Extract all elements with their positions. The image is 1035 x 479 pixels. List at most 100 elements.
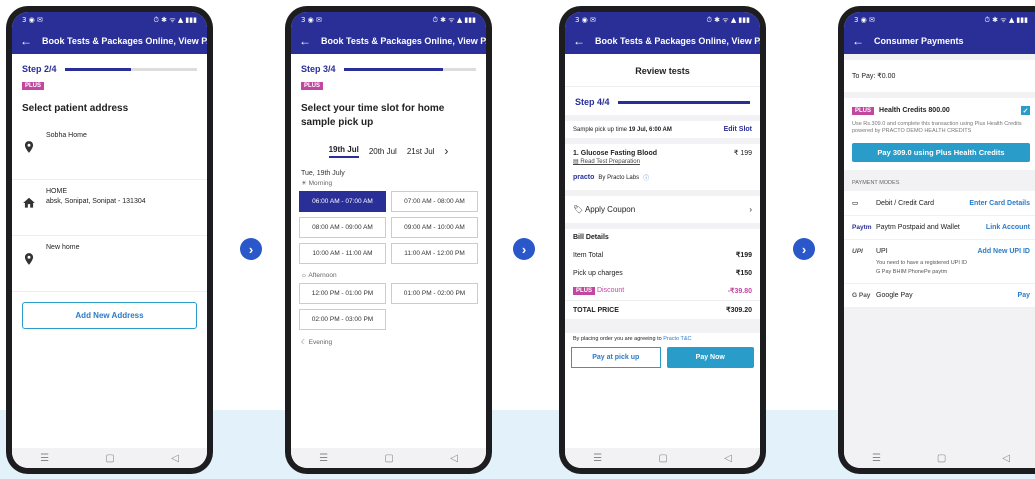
time-slot[interactable]: 02:00 PM - 03:00 PM <box>299 309 386 330</box>
info-icon[interactable]: ⓘ <box>643 173 649 182</box>
date-tab-20[interactable]: 20th Jul <box>369 147 397 156</box>
step-indicator: Step 3/4 <box>291 54 486 74</box>
time-slot[interactable]: 10:00 AM - 11:00 AM <box>299 243 386 264</box>
pay-buttons: Pay at pick up Pay Now <box>565 345 760 370</box>
screen-payment: 3 ◉ ✉ ⏱ ✱ ᯤ ▲ ▮▮▮ ← Consumer Payments To… <box>844 12 1035 468</box>
phone-time-slot: 3 ◉ ✉ ⏱ ✱ ᯤ ▲ ▮▮▮ ← Book Tests & Package… <box>285 6 492 474</box>
time-slot[interactable]: 07:00 AM - 08:00 AM <box>391 191 478 212</box>
system-nav-bar: ☰ ▢ ◁ <box>291 448 486 468</box>
back-arrow-icon[interactable]: ← <box>852 34 864 48</box>
system-nav-bar: ☰ ▢ ◁ <box>12 448 207 468</box>
menu-icon[interactable]: ☰ <box>319 453 328 464</box>
to-pay: To Pay: ₹0.00 <box>844 60 1035 92</box>
time-slot[interactable]: 12:00 PM - 01:00 PM <box>299 283 386 304</box>
step-progress-fill <box>343 67 443 71</box>
app-bar: ← Book Tests & Packages Online, View P..… <box>12 28 207 54</box>
next-arrow-icon: › <box>240 238 262 260</box>
app-bar: ← Consumer Payments <box>844 28 1035 54</box>
address-item-home[interactable]: HOME absk, Sonipat, Sonipat - 131304 <box>12 180 207 236</box>
test-item-row: 1. Glucose Fasting Blood ₹ 199 <box>565 144 760 158</box>
card-icon: ▭ <box>852 200 859 208</box>
time-slot[interactable]: 01:00 PM - 02:00 PM <box>391 283 478 304</box>
pay-now-button[interactable]: Pay Now <box>666 347 754 368</box>
payment-modes-label: PAYMENT MODES <box>852 180 900 187</box>
payment-mode-paytm[interactable]: Paytm Paytm Postpaid and Wallet Link Acc… <box>844 216 1035 241</box>
checkbox-checked-icon[interactable]: ✓ <box>1021 106 1030 115</box>
apply-coupon-row[interactable]: 🏷 Apply Coupon › <box>565 196 760 223</box>
step-progress-fill <box>617 100 750 104</box>
back-arrow-icon[interactable]: ← <box>20 34 32 48</box>
back-arrow-icon[interactable]: ← <box>573 34 585 48</box>
plus-badge: PLUS <box>301 82 324 90</box>
page-heading: Select your time slot for home sample pi… <box>301 103 445 128</box>
lab-info: practo By Practo Labs ⓘ <box>573 173 650 182</box>
afternoon-slots: 12:00 PM - 01:00 PM 01:00 PM - 02:00 PM … <box>291 283 486 330</box>
add-new-address-button[interactable]: Add New Address <box>22 302 197 329</box>
read-preparation-link[interactable]: ▤ Read Test Preparation <box>565 158 760 165</box>
app-bar-title: Book Tests & Packages Online, View P... <box>595 36 760 46</box>
step-progress-bar <box>617 100 750 104</box>
pickup-charges-row: Pick up charges ₹150 <box>573 269 752 278</box>
divider <box>565 319 760 333</box>
home-icon <box>23 197 35 208</box>
terms-text: By placing order you are agreeing to Pra… <box>573 336 692 342</box>
time-slot[interactable]: 06:00 AM - 07:00 AM <box>299 191 386 212</box>
menu-icon[interactable]: ☰ <box>593 453 602 464</box>
address-item-new-home[interactable]: New home <box>12 236 207 292</box>
coupon-icon: 🏷 <box>573 205 584 214</box>
time-slot[interactable]: 08:00 AM - 09:00 AM <box>299 217 386 238</box>
test-price: ₹ 199 <box>733 150 752 157</box>
status-bar: 3 ◉ ✉ ⏱ ✱ ᯤ ▲ ▮▮▮ <box>12 12 207 28</box>
payment-mode-gpay[interactable]: G Pay Google Pay Pay <box>844 284 1035 309</box>
day-label: Tue, 19th July <box>301 170 345 177</box>
date-tab-19[interactable]: 19th Jul <box>328 145 359 158</box>
status-bar: 3 ◉ ✉ ⏱ ✱ ᯤ ▲ ▮▮▮ <box>844 12 1035 28</box>
pickup-time-row: Sample pick up time 19 Jul, 6:00 AM Edit… <box>573 126 752 133</box>
terms-link[interactable]: Practo T&C <box>663 336 691 342</box>
discount-row: PLUS Discount -₹39.80 <box>565 282 760 300</box>
health-credits-label: Health Credits 800.00 <box>879 107 950 114</box>
phone-payment: 3 ◉ ✉ ⏱ ✱ ᯤ ▲ ▮▮▮ ← Consumer Payments To… <box>838 6 1035 474</box>
back-button-icon[interactable]: ◁ <box>171 453 179 464</box>
back-arrow-icon[interactable]: ← <box>299 34 311 48</box>
back-button-icon[interactable]: ◁ <box>724 453 732 464</box>
upi-apps: G Pay BHIM PhonePe paytm <box>876 269 948 276</box>
pay-at-pickup-button[interactable]: Pay at pick up <box>571 347 661 368</box>
afternoon-label: ☼ Afternoon <box>301 272 337 279</box>
payment-mode-upi[interactable]: UPI UPI Add New UPI ID You need to have … <box>844 240 1035 285</box>
menu-icon[interactable]: ☰ <box>40 453 49 464</box>
payment-modes-list: ▭ Debit / Credit Card Enter Card Details… <box>844 191 1035 309</box>
location-pin-icon <box>24 253 34 265</box>
bill-details-title: Bill Details <box>573 234 609 241</box>
menu-icon[interactable]: ☰ <box>872 453 881 464</box>
time-slot[interactable]: 09:00 AM - 10:00 AM <box>391 217 478 238</box>
date-tab-21[interactable]: 21st Jul <box>407 147 435 156</box>
pay-with-credits-button[interactable]: Pay 309.0 using Plus Health Credits <box>852 143 1030 163</box>
phone-address: 3 ◉ ✉ ⏱ ✱ ᯤ ▲ ▮▮▮ ← Book Tests & Package… <box>6 6 213 474</box>
item-total-row: Item Total ₹199 <box>573 251 752 260</box>
home-button-icon[interactable]: ▢ <box>937 453 946 464</box>
paytm-icon: Paytm <box>852 224 872 232</box>
gpay-icon: G Pay <box>852 292 871 300</box>
test-name: 1. Glucose Fasting Blood <box>573 149 658 157</box>
home-button-icon[interactable]: ▢ <box>384 453 393 464</box>
total-price-row: TOTAL PRICE ₹309.20 <box>565 300 760 319</box>
practo-logo: practo <box>573 174 595 181</box>
step-progress-bar <box>64 67 197 71</box>
step-indicator: Step 4/4 <box>565 87 760 115</box>
next-arrow-icon: › <box>793 238 815 260</box>
address-item-sobha[interactable]: Sobha Home <box>12 124 207 180</box>
back-button-icon[interactable]: ◁ <box>450 453 458 464</box>
home-button-icon[interactable]: ▢ <box>105 453 114 464</box>
system-nav-bar: ☰ ▢ ◁ <box>565 448 760 468</box>
back-button-icon[interactable]: ◁ <box>1002 453 1010 464</box>
screen-review: 3 ◉ ✉ ⏱ ✱ ᯤ ▲ ▮▮▮ ← Book Tests & Package… <box>565 12 760 468</box>
phone-review: 3 ◉ ✉ ⏱ ✱ ᯤ ▲ ▮▮▮ ← Book Tests & Package… <box>559 6 766 474</box>
morning-label: ☀ Morning <box>301 180 333 187</box>
home-button-icon[interactable]: ▢ <box>658 453 667 464</box>
chevron-right-icon[interactable]: › <box>444 144 448 158</box>
address-content: Step 2/4 PLUS Select patient address Sob… <box>12 54 207 448</box>
time-slot[interactable]: 11:00 AM - 12:00 PM <box>391 243 478 264</box>
edit-slot-link[interactable]: Edit Slot <box>724 126 752 133</box>
payment-mode-card[interactable]: ▭ Debit / Credit Card Enter Card Details <box>844 191 1035 217</box>
